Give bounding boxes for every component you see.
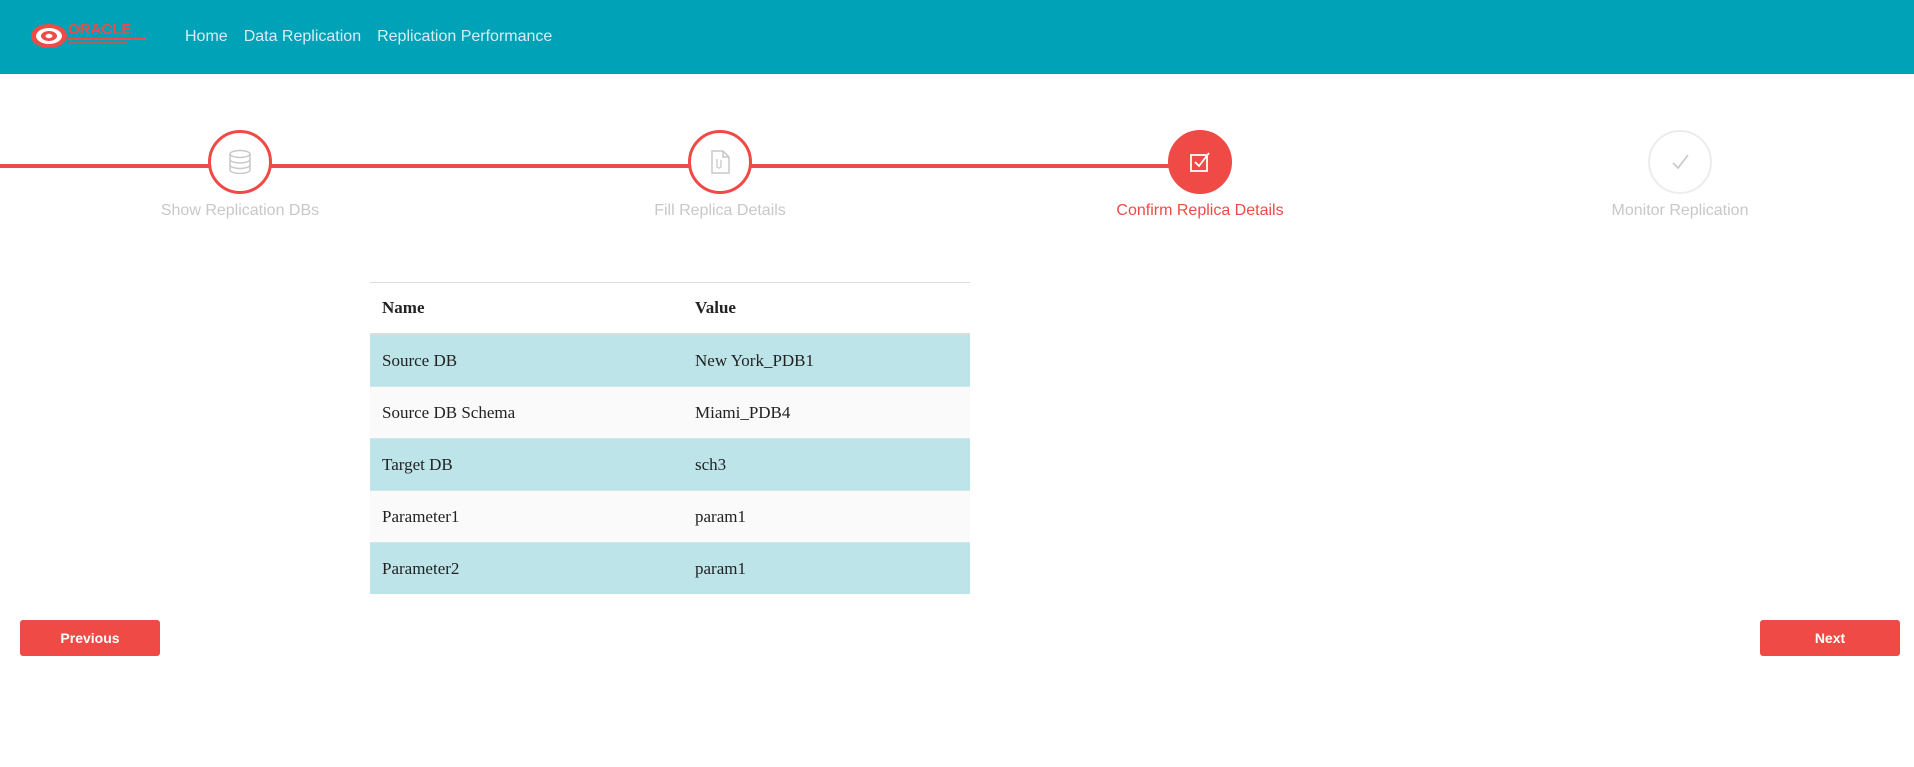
cell-value: param1	[683, 490, 970, 543]
table-row: Parameter2 param1	[370, 542, 970, 594]
nav-link-replication-performance[interactable]: Replication Performance	[377, 28, 552, 46]
step-circle	[688, 130, 752, 194]
step-label: Show Replication DBs	[160, 202, 320, 219]
table-header-row: Name Value	[370, 282, 970, 335]
column-header-value: Value	[683, 282, 970, 335]
step-label: Fill Replica Details	[654, 202, 786, 219]
cell-value: sch3	[683, 438, 970, 491]
step-monitor-replication[interactable]: Monitor Replication	[1550, 130, 1810, 220]
nav-links: Home Data Replication Replication Perfor…	[185, 0, 568, 74]
oracle-logo[interactable]: ORACLE	[30, 20, 150, 52]
step-label: Confirm Replica Details	[1116, 202, 1284, 219]
step-circle	[208, 130, 272, 194]
checkbox-icon	[1190, 152, 1210, 172]
document-icon	[711, 150, 730, 174]
database-icon	[229, 149, 251, 175]
table-row: Parameter1 param1	[370, 490, 970, 543]
cell-name: Parameter1	[370, 490, 683, 543]
step-confirm-replica-details[interactable]: Confirm Replica Details	[1070, 130, 1330, 220]
cell-name: Source DB	[370, 333, 683, 387]
next-button[interactable]: Next	[1760, 620, 1900, 656]
step-circle	[1648, 130, 1712, 194]
cell-name: Target DB	[370, 438, 683, 491]
cell-value: param1	[683, 542, 970, 594]
step-show-replication-dbs[interactable]: Show Replication DBs	[110, 130, 370, 220]
cell-name: Source DB Schema	[370, 386, 683, 439]
cell-value: Miami_PDB4	[683, 386, 970, 439]
top-navbar: ORACLE Home Data Replication Replication…	[0, 0, 1914, 74]
table-row: Target DB sch3	[370, 438, 970, 491]
table-row: Source DB New York_PDB1	[370, 333, 970, 387]
step-circle	[1168, 130, 1232, 194]
step-fill-replica-details[interactable]: Fill Replica Details	[590, 130, 850, 220]
svg-text:ORACLE: ORACLE	[68, 21, 131, 38]
previous-button[interactable]: Previous	[20, 620, 160, 656]
cell-value: New York_PDB1	[683, 333, 970, 387]
logo-icon: ORACLE	[31, 21, 146, 48]
nav-link-data-replication[interactable]: Data Replication	[244, 28, 361, 46]
step-label: Monitor Replication	[1611, 202, 1749, 219]
table-row: Source DB Schema Miami_PDB4	[370, 386, 970, 439]
checkmark-icon	[1672, 154, 1689, 170]
column-header-name: Name	[370, 282, 683, 335]
replica-details-table: Name Value Source DB New York_PDB1 Sourc…	[370, 282, 970, 594]
cell-name: Parameter2	[370, 542, 683, 594]
nav-link-home[interactable]: Home	[185, 28, 228, 46]
